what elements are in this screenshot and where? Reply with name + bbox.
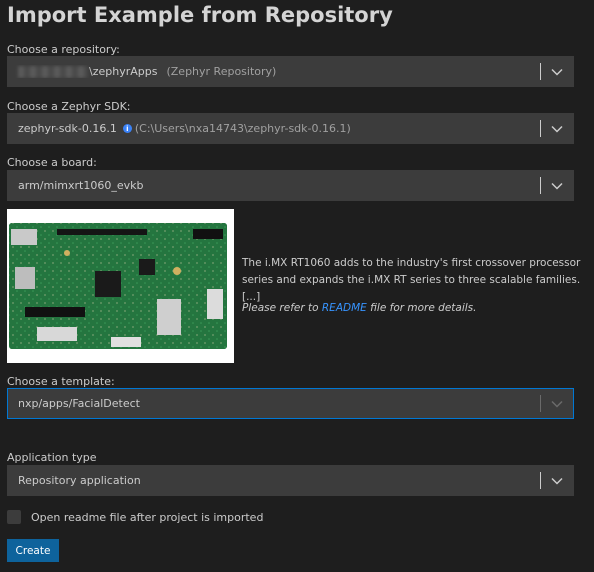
- readme-link[interactable]: README: [322, 302, 367, 314]
- board-label: Choose a board:: [7, 156, 97, 169]
- template-select[interactable]: nxp/apps/FacialDetect: [7, 388, 574, 419]
- import-example-page: Import Example from Repository Choose a …: [0, 0, 594, 572]
- sdk-label: Choose a Zephyr SDK:: [7, 100, 131, 113]
- redacted-path: [18, 65, 88, 78]
- template-value: nxp/apps/FacialDetect: [18, 397, 140, 410]
- repository-path: \zephyrApps: [89, 65, 158, 78]
- repository-label: Choose a repository:: [7, 43, 120, 56]
- open-readme-option[interactable]: Open readme file after project is import…: [7, 510, 263, 524]
- chevron-down-icon[interactable]: [541, 57, 573, 86]
- chevron-down-icon[interactable]: [541, 389, 573, 418]
- chevron-down-icon[interactable]: [541, 466, 573, 495]
- board-image: [7, 209, 234, 363]
- refer-prefix: Please refer to: [242, 302, 322, 314]
- create-button[interactable]: Create: [7, 539, 59, 562]
- info-icon: i: [122, 124, 132, 133]
- sdk-path: (C:\Users\nxa14743\zephyr-sdk-0.16.1): [134, 122, 351, 135]
- open-readme-checkbox[interactable]: [7, 510, 21, 524]
- readme-reference: Please refer to README file for more det…: [242, 302, 477, 314]
- app-type-value: Repository application: [18, 474, 141, 487]
- sdk-value: zephyr-sdk-0.16.1 i (C:\Users\nxa14743\z…: [8, 122, 540, 135]
- sdk-name: zephyr-sdk-0.16.1: [18, 122, 117, 135]
- page-title: Import Example from Repository: [7, 3, 393, 27]
- repository-select[interactable]: \zephyrApps (Zephyr Repository): [7, 56, 574, 87]
- app-type-select[interactable]: Repository application: [7, 465, 574, 496]
- board-value: arm/mimxrt1060_evkb: [18, 179, 144, 192]
- repository-description: (Zephyr Repository): [166, 65, 277, 78]
- app-type-label: Application type: [7, 451, 97, 464]
- board-select[interactable]: arm/mimxrt1060_evkb: [7, 170, 574, 201]
- chevron-down-icon[interactable]: [541, 171, 573, 200]
- board-description: The i.MX RT1060 adds to the industry's f…: [242, 257, 581, 303]
- chevron-down-icon[interactable]: [541, 114, 573, 143]
- repository-value: \zephyrApps (Zephyr Repository): [8, 65, 540, 78]
- sdk-select[interactable]: zephyr-sdk-0.16.1 i (C:\Users\nxa14743\z…: [7, 113, 574, 144]
- template-label: Choose a template:: [7, 375, 115, 388]
- open-readme-label: Open readme file after project is import…: [31, 510, 264, 524]
- refer-suffix: file for more details.: [366, 302, 477, 314]
